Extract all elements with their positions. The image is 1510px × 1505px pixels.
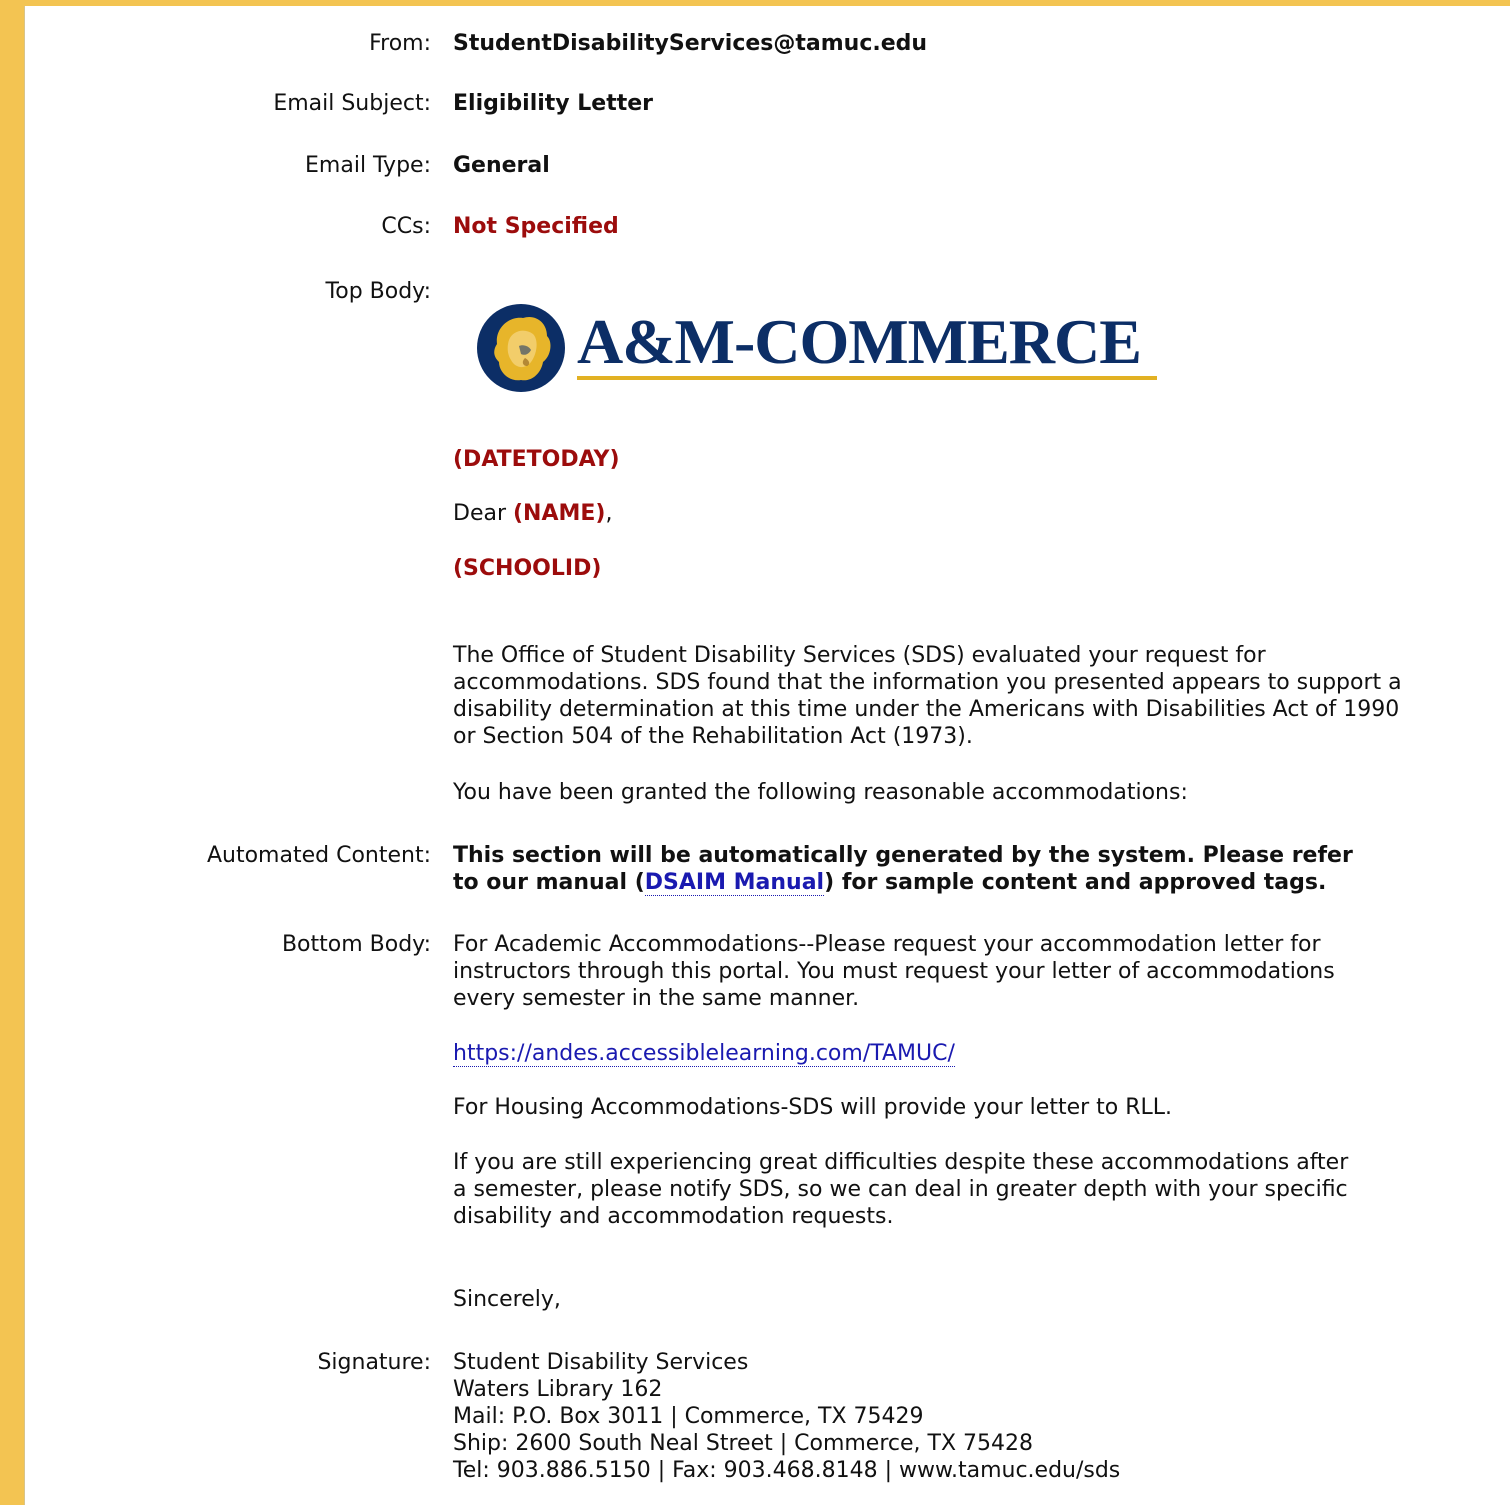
date-placeholder: (DATETODAY) — [453, 447, 620, 472]
bottom-paragraph-3: If you are still experiencing great diff… — [453, 1150, 1349, 1229]
signature-label: Signature: — [317, 1350, 431, 1375]
subject-value: Eligibility Letter — [453, 91, 654, 116]
logo-wordmark: A&M-COMMERCE — [577, 306, 1142, 377]
ccs-value: Not Specified — [453, 214, 619, 239]
from-label: From: — [369, 31, 431, 56]
automated-text-after: ) for sample content and approved tags. — [824, 870, 1327, 895]
signature-line: Ship: 2600 South Neal Street | Commerce,… — [453, 1431, 1034, 1456]
university-logo: A&M-COMMERCE — [475, 300, 1165, 396]
portal-url-wrap: https://andes.accessiblelearning.com/TAM… — [453, 1040, 1413, 1067]
top-paragraph-2: You have been granted the following reas… — [453, 780, 1188, 805]
name-placeholder: (NAME) — [513, 501, 606, 526]
email-type-value: General — [453, 153, 550, 178]
bottom-body-label: Bottom Body: — [281, 932, 431, 957]
greeting-comma: , — [605, 501, 613, 526]
bottom-paragraph-2: For Housing Accommodations-SDS will prov… — [453, 1095, 1173, 1120]
school-id-placeholder: (SCHOOLID) — [453, 556, 602, 581]
greeting: Dear (NAME), — [453, 500, 1413, 527]
automated-content-label: Automated Content: — [206, 843, 431, 868]
signature-block: Student Disability Services Waters Libra… — [453, 1349, 1413, 1484]
signature-line: Waters Library 162 — [453, 1377, 663, 1402]
top-body-label: Top Body: — [325, 279, 431, 304]
ccs-label: CCs: — [381, 214, 431, 239]
dsaim-manual-link[interactable]: DSAIM Manual — [644, 870, 825, 896]
signature-line: Student Disability Services — [453, 1350, 749, 1375]
portal-url-link[interactable]: https://andes.accessiblelearning.com/TAM… — [453, 1041, 955, 1067]
from-value: StudentDisabilityServices@tamuc.edu — [453, 31, 928, 56]
signature-line: Tel: 903.886.5150 | Fax: 903.468.8148 | … — [453, 1458, 1121, 1483]
email-type-label: Email Type: — [305, 153, 431, 178]
bottom-paragraph-1: For Academic Accommodations--Please requ… — [453, 932, 1335, 1011]
top-paragraph-1: The Office of Student Disability Service… — [453, 643, 1402, 749]
closing: Sincerely, — [453, 1287, 561, 1312]
email-template-preview: From: StudentDisabilityServices@tamuc.ed… — [24, 6, 1510, 1505]
logo-underline — [577, 376, 1157, 380]
signature-line: Mail: P.O. Box 3011 | Commerce, TX 75429 — [453, 1404, 924, 1429]
subject-label: Email Subject: — [273, 91, 431, 116]
automated-content-text: This section will be automatically gener… — [453, 842, 1373, 896]
lion-icon — [477, 304, 565, 392]
greeting-dear: Dear — [453, 501, 513, 526]
